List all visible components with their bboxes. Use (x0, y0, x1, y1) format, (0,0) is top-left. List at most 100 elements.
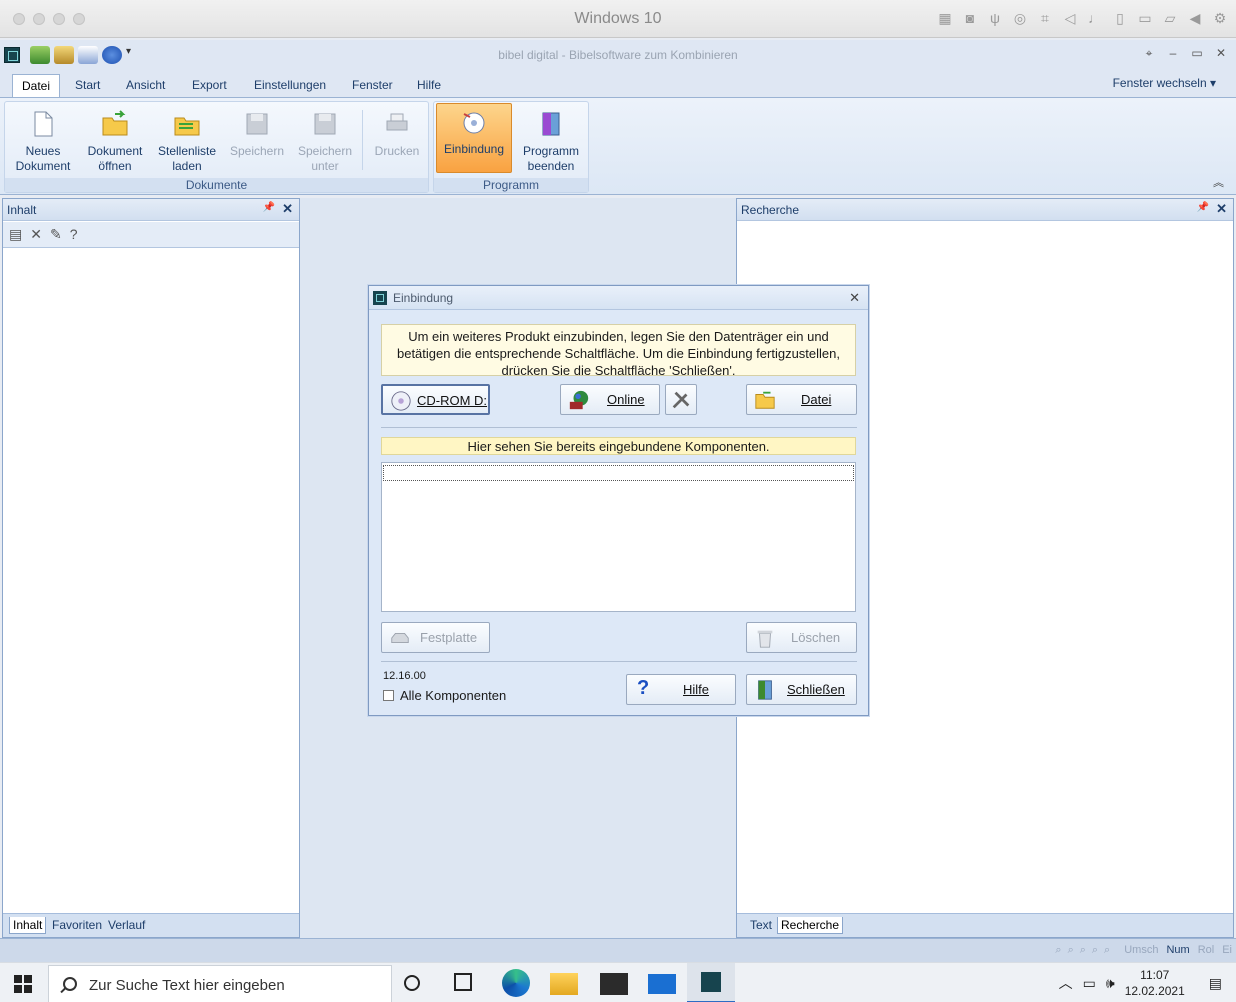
status-ins: Ei (1222, 944, 1232, 956)
status-num: Num (1166, 944, 1190, 956)
zoom-icons: ⌕⌕⌕⌕⌕ (1055, 944, 1117, 956)
host-titlebar: Windows 10 ▦ ◙ ψ ◎ ⌗ ◁ ♩ ▯ ▭ ▱ ◀ ⚙ (0, 0, 1236, 38)
open-document-label-2: öffnen (98, 159, 132, 173)
contents-pane-tabs: Inhalt Favoriten Verlauf (3, 913, 299, 937)
microphone-icon[interactable]: ♩ (1087, 9, 1103, 27)
paste-icon[interactable]: ▤ (9, 226, 22, 243)
tab-einstellungen[interactable]: Einstellungen (254, 78, 326, 92)
fullscreen-icon[interactable]: ⌖ (1142, 46, 1156, 61)
usb-icon[interactable]: ψ (987, 9, 1003, 27)
ribbon-tabs: Datei Start Ansicht Export Einstellungen… (0, 70, 1236, 98)
tab-inhalt[interactable]: Inhalt (9, 917, 47, 934)
edge-browser-icon[interactable] (502, 969, 530, 997)
sound-icon[interactable]: ◁ (1062, 9, 1078, 27)
integrate-button[interactable]: Einbindung (436, 103, 512, 173)
chevron-up-icon[interactable]: ︿ (1059, 973, 1073, 993)
taskbar-active-app[interactable] (687, 963, 735, 1002)
new-document-label-2: Dokument (15, 159, 71, 173)
tab-recherche[interactable]: Recherche (777, 917, 844, 934)
close-icon[interactable]: ✕ (1214, 46, 1228, 61)
tab-export[interactable]: Export (192, 78, 227, 92)
tab-datei[interactable]: Datei (12, 74, 61, 98)
new-document-label-1: Neues (25, 144, 61, 158)
cdrom-icon[interactable]: ◎ (1012, 9, 1028, 27)
cortana-icon[interactable] (404, 975, 420, 991)
harddisk-button[interactable]: Festplatte (381, 622, 490, 653)
tab-start[interactable]: Start (75, 78, 100, 92)
tablet-icon[interactable]: ▯ (1112, 9, 1128, 27)
network-icon[interactable]: ▭ (1083, 975, 1096, 992)
trash-icon (757, 630, 773, 648)
components-list[interactable] (381, 462, 856, 612)
tab-ansicht[interactable]: Ansicht (126, 78, 165, 92)
help-button[interactable]: ? Hilfe (626, 674, 736, 705)
collapse-ribbon-icon[interactable]: ︽ (1213, 174, 1224, 190)
delete-icon[interactable]: ✕ (30, 226, 42, 243)
delete-button[interactable]: Löschen (746, 622, 857, 653)
close-pane-icon[interactable]: ✕ (282, 201, 293, 217)
new-document-button[interactable]: Neues Dokument (11, 106, 75, 174)
tab-favoriten[interactable]: Favoriten (49, 917, 105, 933)
dialog-close-icon[interactable]: ✕ (849, 290, 860, 306)
network-icon[interactable]: ⌗ (1037, 9, 1053, 27)
switch-window-menu[interactable]: Fenster wechseln ▾ (1113, 76, 1216, 90)
folder-icon[interactable]: ▱ (1162, 9, 1178, 27)
edit-icon[interactable]: ✎ (50, 226, 62, 243)
file-button[interactable]: Datei (746, 384, 857, 415)
pin-icon[interactable]: 📌 (1197, 202, 1209, 213)
question-icon[interactable]: ? (70, 226, 78, 243)
app-titlebar: ▾ bibel digital - Bibelsoftware zum Komb… (0, 40, 1236, 70)
cpu-icon[interactable]: ◙ (962, 9, 978, 27)
dialog-logo-icon (373, 291, 387, 305)
group-program-label: Programm (434, 178, 588, 192)
tab-verlauf[interactable]: Verlauf (105, 917, 148, 933)
all-components-option[interactable]: Alle Komponenten (383, 688, 506, 703)
harddisk-label: Festplatte (420, 630, 478, 645)
clock-date: 12.02.2021 (1124, 984, 1185, 998)
contents-pane: Inhalt 📌 ✕ ▤ ✕ ✎ ? Inhalt Favoriten Verl… (2, 198, 300, 938)
pin-icon[interactable]: 📌 (263, 202, 275, 213)
all-components-checkbox[interactable] (383, 690, 394, 701)
folder-open-icon (755, 391, 775, 409)
version-text: 12.16.00 (383, 670, 426, 682)
taskbar-search[interactable]: Zur Suche Text hier eingeben (48, 965, 392, 1002)
list-item[interactable] (383, 465, 854, 481)
contents-tree[interactable] (3, 249, 299, 913)
back-icon[interactable]: ◀ (1187, 9, 1203, 27)
tab-hilfe[interactable]: Hilfe (417, 78, 441, 92)
help-label: Hilfe (683, 682, 710, 697)
cdrom-button[interactable]: CD-ROM D: (381, 384, 490, 415)
info-line-2: betätigen die entsprechende Schaltfläche… (396, 346, 840, 361)
close-button[interactable]: Schließen (746, 674, 857, 705)
clock[interactable]: 11:07 12.02.2021 (1125, 967, 1185, 999)
save-as-label-1: Speichern (297, 144, 353, 158)
store-icon[interactable] (600, 973, 628, 995)
notifications-icon[interactable]: ▤ (1209, 975, 1222, 992)
save-as-button[interactable]: Speichern unter (293, 106, 357, 174)
file-explorer-icon[interactable] (550, 973, 578, 995)
tools-button[interactable] (665, 384, 697, 415)
volume-icon[interactable]: 🕪 (1106, 975, 1115, 992)
task-view-icon[interactable] (454, 973, 472, 991)
keyboard-icon[interactable]: ▦ (937, 9, 953, 27)
tab-fenster[interactable]: Fenster (352, 78, 393, 92)
tab-text[interactable]: Text (747, 917, 775, 933)
system-tray: ︿ ▭ 🕪 11:07 12.02.2021 ▤ (1059, 967, 1222, 999)
quit-label-1: Programm (522, 144, 579, 158)
online-button[interactable]: Online (560, 384, 660, 415)
load-list-button[interactable]: Stellenliste laden (155, 106, 219, 174)
open-document-button[interactable]: Dokument öffnen (83, 106, 147, 174)
dialog-title: Einbindung (393, 291, 454, 305)
camera-icon[interactable]: ▭ (1137, 9, 1153, 27)
ribbon-separator (362, 110, 363, 170)
mail-icon[interactable] (648, 974, 676, 994)
quit-program-button[interactable]: Programm beenden (516, 106, 586, 174)
windows-start-icon[interactable] (14, 975, 32, 993)
close-pane-icon[interactable]: ✕ (1216, 201, 1227, 217)
group-documents-label: Dokumente (5, 178, 428, 192)
gear-icon[interactable]: ⚙ (1212, 9, 1228, 27)
minimize-icon[interactable]: – (1166, 46, 1180, 61)
restore-icon[interactable]: ▭ (1190, 46, 1204, 61)
save-button[interactable]: Speichern (225, 106, 289, 159)
print-button[interactable]: Drucken (365, 106, 429, 159)
